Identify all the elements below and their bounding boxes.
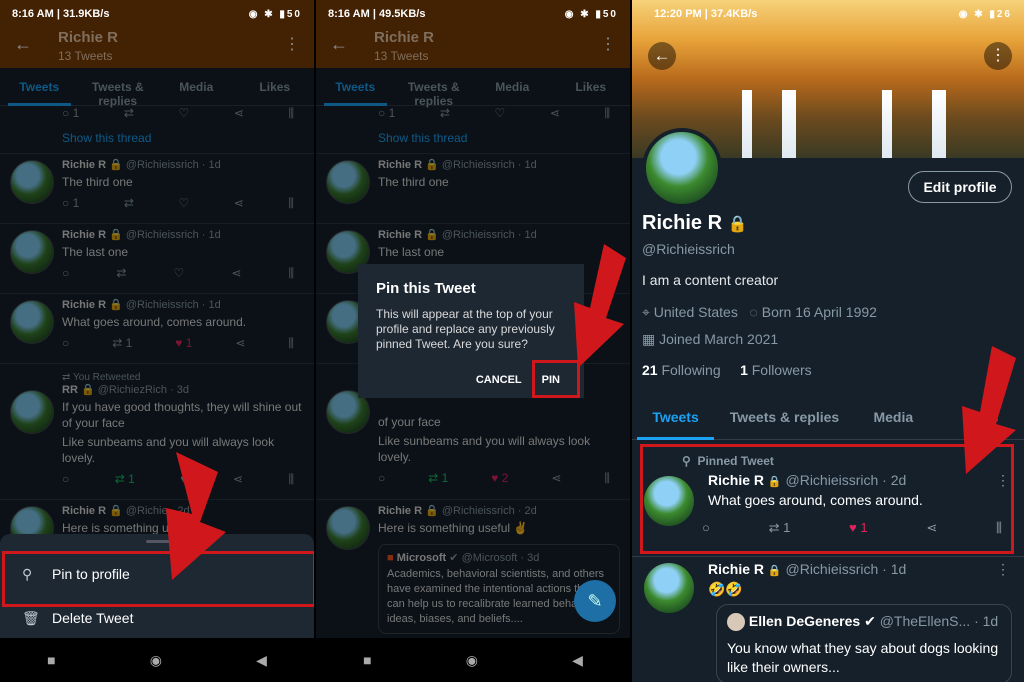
status-bar: 8:16 AM | 31.9KB/s ◉ ✱ ▮50 — [0, 0, 314, 28]
quote-text: You know what they say about dogs lookin… — [727, 640, 999, 676]
location-icon: ⌖ — [642, 304, 650, 320]
tweet-text: 🤣🤣 — [708, 581, 743, 597]
tab-tweets[interactable]: Tweets — [632, 398, 719, 440]
dialog-body: This will appear at the top of your prof… — [376, 307, 555, 351]
status-bar: 8:16 AM | 49.5KB/s ◉ ✱ ▮50 — [316, 0, 630, 28]
status-time: 12:20 PM | 37.4KB/s — [654, 8, 758, 20]
back-button[interactable]: ◀ — [572, 652, 583, 669]
cancel-button[interactable]: CANCEL — [476, 374, 522, 386]
recents-button[interactable]: ■ — [47, 652, 55, 668]
trash-icon: 🗑 — [22, 609, 40, 626]
status-time: 8:16 AM | 49.5KB/s — [328, 8, 426, 20]
profile-handle: @Richieissrich — [642, 241, 735, 257]
quote-author: Ellen DeGeneres — [748, 613, 861, 629]
followers-link[interactable]: 1 Followers — [740, 362, 812, 378]
status-icons: ◉ ✱ ▮26 — [958, 8, 1012, 20]
phone-panel-3: 12:20 PM | 37.4KB/s ◉ ✱ ▮26 ← ⋮ Edit pro… — [632, 0, 1024, 682]
quote-handle: @TheEllenS... — [879, 613, 971, 629]
verified-icon: ✔ — [864, 613, 876, 629]
tweet-author: Richie R — [708, 561, 765, 577]
tweet-handle: @Richieissrich · 1d — [785, 561, 907, 577]
profile-avatar[interactable] — [642, 128, 722, 208]
quote-time: · 1d — [974, 613, 999, 629]
status-bar: 12:20 PM | 37.4KB/s ◉ ✱ ▮26 — [632, 0, 1024, 28]
back-arrow-icon[interactable]: ← — [648, 42, 676, 70]
compose-tweet-button[interactable]: ✎ — [574, 580, 616, 622]
red-arrow-icon — [166, 452, 226, 580]
calendar-icon: ▦ — [642, 331, 656, 347]
profile-name: Richie R — [642, 212, 723, 234]
profile-joined: Joined March 2021 — [659, 331, 779, 347]
delete-tweet-label: Delete Tweet — [52, 610, 134, 626]
tab-tweets-replies[interactable]: Tweets & replies — [719, 398, 850, 439]
battery-level: 50 — [286, 8, 302, 20]
back-button[interactable]: ◀ — [256, 652, 267, 669]
tab-media[interactable]: Media — [850, 398, 937, 439]
red-arrow-icon — [962, 346, 1016, 474]
quoted-tweet[interactable]: Ellen DeGeneres ✔ @TheEllenS... · 1d You… — [716, 604, 1012, 682]
status-icons: ◉ ✱ ▮50 — [248, 8, 302, 20]
birthday-icon: ◌ — [749, 304, 758, 320]
android-nav-bar: ■ ◉ ◀ — [316, 638, 630, 682]
battery-level: 26 — [996, 8, 1012, 20]
avatar — [727, 613, 745, 632]
feather-icon: ✎ — [587, 590, 603, 611]
avatar[interactable] — [644, 563, 694, 613]
home-button[interactable]: ◉ — [466, 652, 478, 669]
phone-panel-1: 8:16 AM | 31.9KB/s ◉ ✱ ▮50 ← Richie R 13… — [0, 0, 314, 682]
profile-birthday: Born 16 April 1992 — [761, 304, 877, 320]
edit-profile-button[interactable]: Edit profile — [908, 171, 1012, 203]
battery-level: 50 — [602, 8, 618, 20]
android-nav-bar: ■ ◉ ◀ — [0, 638, 314, 682]
following-link[interactable]: 21 Following — [642, 362, 721, 378]
home-button[interactable]: ◉ — [150, 652, 162, 669]
dialog-title: Pin this Tweet — [376, 280, 476, 297]
recents-button[interactable]: ■ — [363, 652, 371, 668]
status-icons: ◉ ✱ ▮50 — [564, 8, 618, 20]
lock-icon: 🔒 — [727, 216, 748, 233]
phone-panel-2: 8:16 AM | 49.5KB/s ◉ ✱ ▮50 ← Richie R 13… — [316, 0, 630, 682]
red-arrow-icon — [574, 244, 626, 368]
profile-location: United States — [653, 304, 738, 320]
more-options-icon[interactable]: ⋮ — [984, 42, 1012, 70]
profile-bio: I am a content creator — [642, 272, 779, 288]
lock-icon: 🔒 — [767, 565, 782, 577]
tweet-menu-icon[interactable]: ⋮ — [996, 561, 1010, 578]
status-time: 8:16 AM | 31.9KB/s — [12, 8, 110, 20]
